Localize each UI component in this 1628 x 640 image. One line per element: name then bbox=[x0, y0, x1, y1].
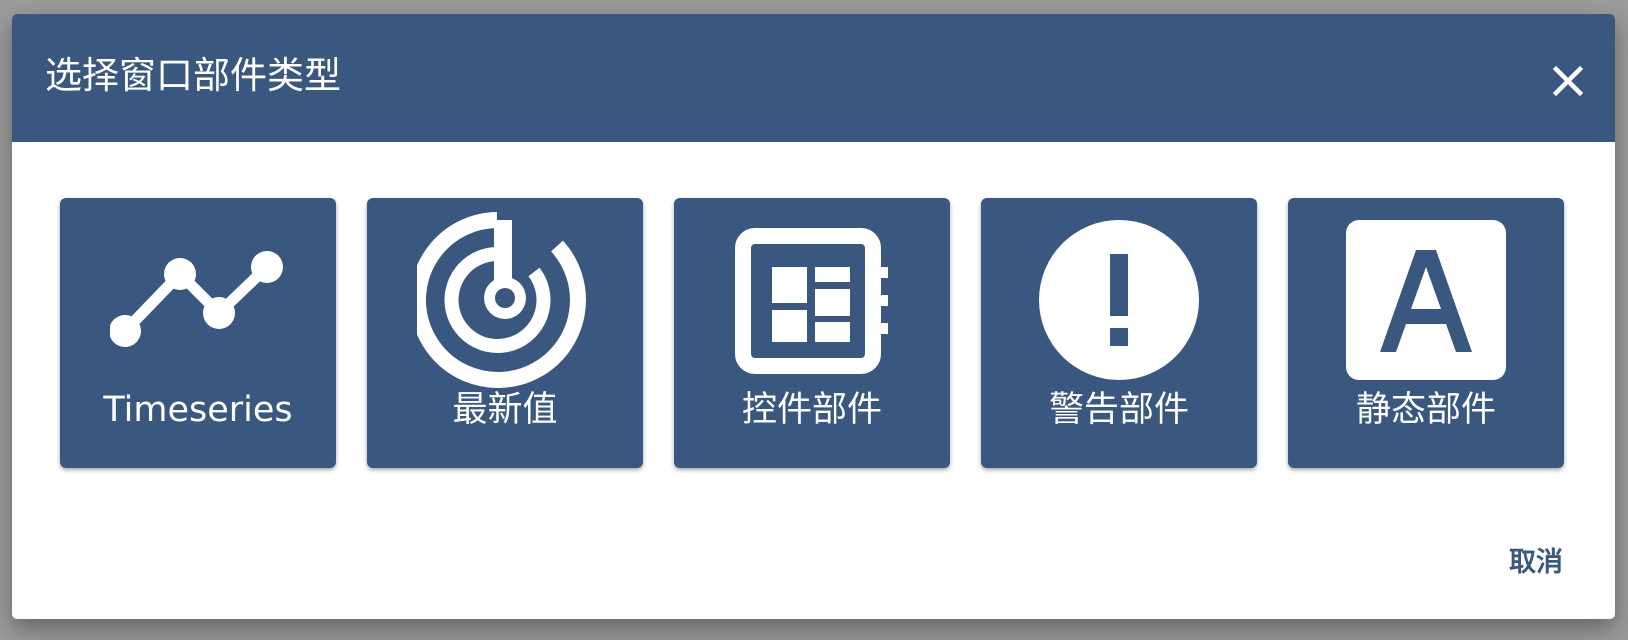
widget-type-control[interactable]: 控件部件 bbox=[674, 198, 950, 468]
widget-type-label: 警告部件 bbox=[1048, 390, 1189, 430]
close-icon bbox=[1552, 65, 1584, 97]
widget-type-latest-value[interactable]: 最新值 bbox=[367, 198, 643, 468]
widget-type-label: Timeseries bbox=[103, 390, 293, 430]
widget-type-label: 最新值 bbox=[452, 390, 558, 430]
control-widget-icon bbox=[724, 212, 900, 388]
widget-type-static[interactable]: 静态部件 bbox=[1288, 198, 1564, 468]
widget-type-label: 静态部件 bbox=[1355, 390, 1496, 430]
widget-type-timeseries[interactable]: Timeseries bbox=[60, 198, 336, 468]
widget-type-dialog: 选择窗口部件类型 Timeseries 最新值 控件部件 警告部件 静态部件 取… bbox=[12, 14, 1615, 619]
static-text-icon bbox=[1338, 212, 1514, 388]
dialog-header: 选择窗口部件类型 bbox=[12, 14, 1615, 142]
cancel-button[interactable]: 取消 bbox=[1497, 541, 1575, 585]
timeseries-chart-icon bbox=[110, 212, 286, 388]
dialog-title: 选择窗口部件类型 bbox=[45, 54, 341, 97]
widget-type-label: 控件部件 bbox=[741, 390, 882, 430]
widget-type-alarm[interactable]: 警告部件 bbox=[981, 198, 1257, 468]
close-button[interactable] bbox=[1541, 54, 1595, 108]
latest-value-gauge-icon bbox=[417, 212, 593, 388]
alarm-exclamation-icon bbox=[1031, 212, 1207, 388]
